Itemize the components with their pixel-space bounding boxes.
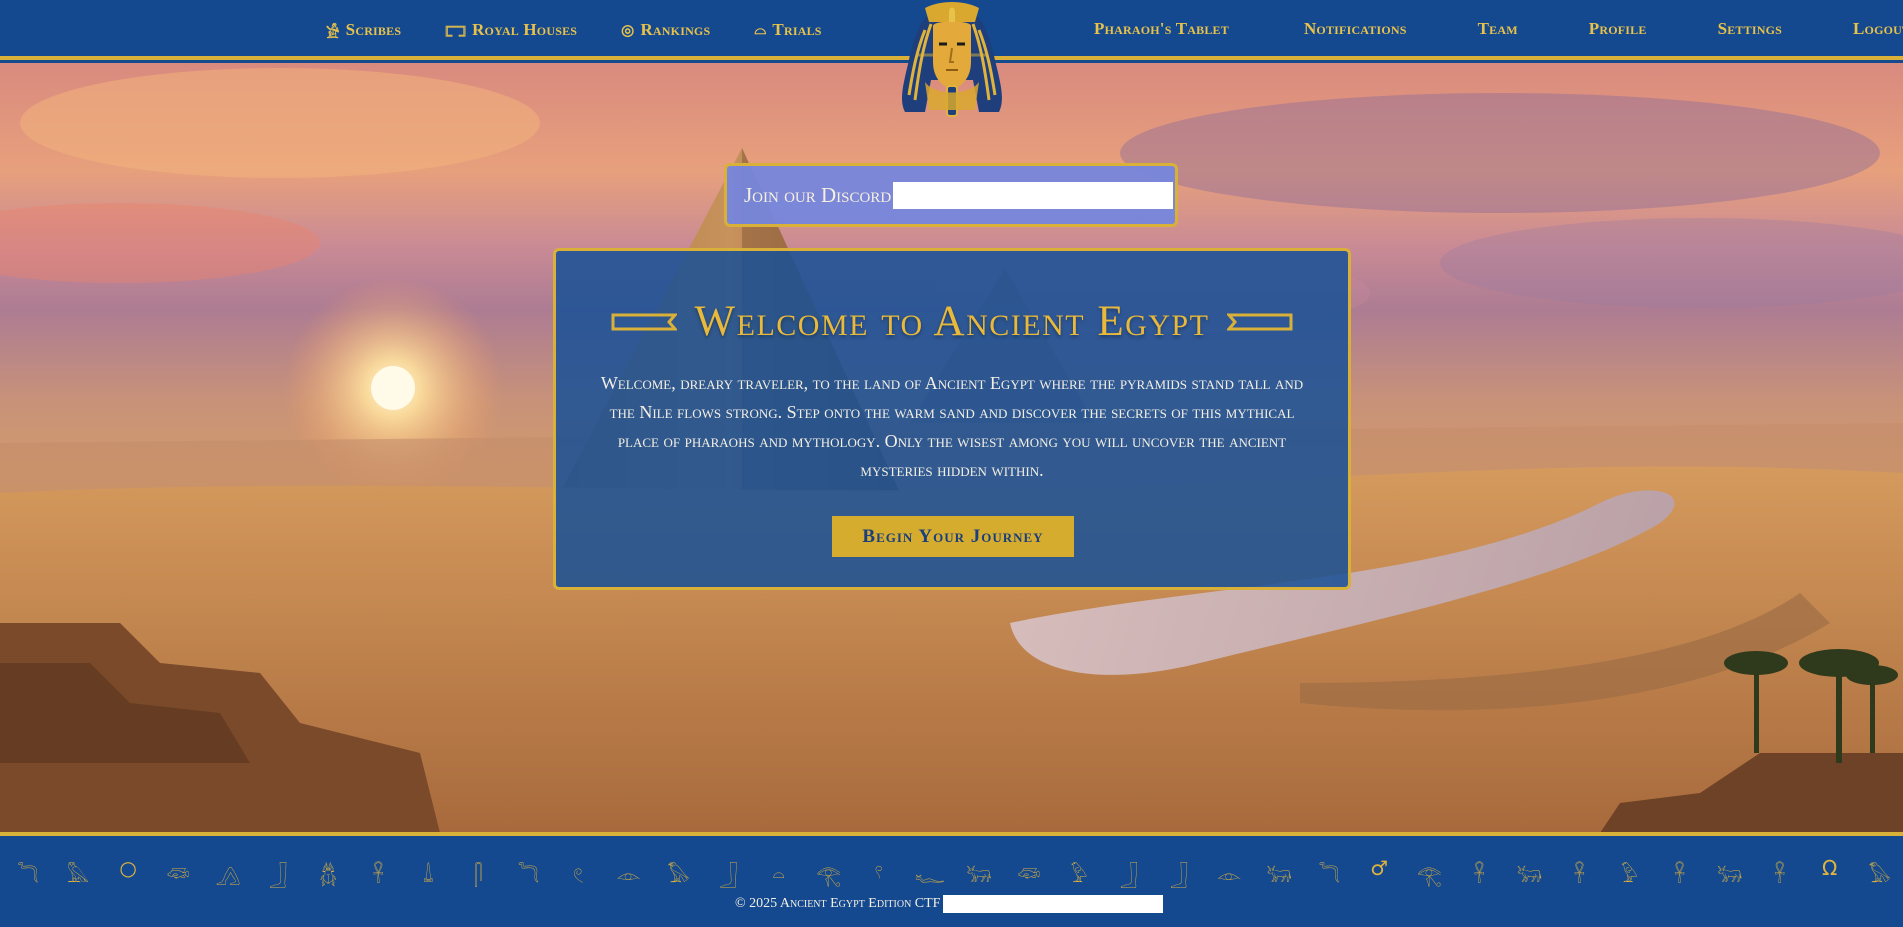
nav-notifications-link[interactable]: Notifications: [1304, 19, 1407, 39]
hieroglyph-icon: ♂: [1370, 856, 1389, 880]
left-title-ornament: [611, 313, 677, 330]
hieroglyph-icon: 𓃀: [1120, 863, 1138, 887]
nav-trials-label: Trials: [772, 20, 822, 39]
hieroglyph-icon: 𓋹: [1473, 863, 1485, 887]
hieroglyph-icon: Ω: [1822, 856, 1838, 880]
hieroglyph-icon: 𓋴: [474, 863, 483, 887]
hieroglyph-icon: 𓏲: [573, 863, 584, 887]
nav-rankings-label: Rankings: [640, 20, 711, 39]
hieroglyph-icon: 𓂀: [1416, 863, 1442, 887]
copyright-row: © 2025 Ancient Egypt Edition CTF: [735, 895, 1164, 913]
hieroglyph-icon: 𓃒: [1516, 863, 1543, 887]
hieroglyph-icon: 𓅓: [66, 863, 90, 887]
nav-pharaohs-tablet-link[interactable]: Pharaoh's Tablet: [1094, 19, 1229, 39]
nav-logout-label: Logout: [1853, 19, 1903, 38]
hieroglyph-icon: 𓁹: [1216, 863, 1242, 887]
hieroglyph-icon: 𓆑: [914, 863, 945, 887]
hieroglyph-icon: 𓋹: [1774, 863, 1786, 887]
nav-profile-link[interactable]: Profile: [1589, 19, 1647, 39]
hieroglyph-icon: 𓆣: [319, 863, 338, 887]
obelisk-icon: 𓉐: [445, 25, 467, 42]
hieroglyph-icon: ○: [119, 856, 137, 880]
discord-link-redacted[interactable]: [893, 181, 1174, 209]
discord-label: Join our Discord: [744, 182, 892, 207]
begin-journey-button[interactable]: Begin Your Journey: [832, 516, 1074, 557]
welcome-panel: Welcome to Ancient Egypt Welcome, dreary…: [553, 248, 1351, 590]
nav-scribes-link[interactable]: 𓀀 Scribes: [326, 18, 401, 43]
scribe-icon: 𓀀: [326, 25, 340, 42]
hieroglyph-icon: 𓋹: [372, 863, 384, 887]
bowl-icon: ⌓: [754, 22, 767, 38]
nav-right-group: Pharaoh's Tablet Notifications Team Prof…: [1094, 0, 1903, 58]
hieroglyph-icon: 𓆛: [166, 863, 190, 887]
hieroglyph-icon: 𓂻: [215, 863, 241, 887]
hieroglyph-icon: 𓃒: [1716, 863, 1743, 887]
hieroglyph-icon: 𓅱: [1070, 863, 1088, 887]
hieroglyph-icon: 𓏏: [772, 863, 786, 887]
hieroglyph-icon: 𓃒: [966, 863, 992, 887]
nav-profile-label: Profile: [1588, 19, 1647, 38]
hieroglyph-icon: 𓍢: [874, 863, 883, 887]
hieroglyph-icon: 𓅱: [1620, 863, 1639, 887]
welcome-text: Welcome, dreary traveler, to the land of…: [600, 373, 1304, 480]
welcome-title-row: Welcome to Ancient Egypt: [556, 297, 1348, 346]
nav-settings-label: Settings: [1717, 19, 1782, 38]
nav-left-group: 𓀀 Scribes 𓉐 Royal Houses ◎ Rankings ⌓ Tr…: [326, 0, 822, 60]
hieroglyph-icon: 𓋹: [1673, 863, 1686, 887]
copyright-redacted-field: [943, 895, 1164, 913]
hieroglyph-strip: 𓆓 𓅓 ○ 𓆛 𓂻 𓃀 𓆣 𓋹 𓍑 𓋴 𓆓 𓏲 𓁹 𓅃 𓃀 𓏏 𓂀 𓍢 𓆑 𓃒 𓆛 𓅱 𓃀 𓃀 𓁹 𓃒 𓆓 ♂ 𓂀 𓋹 𓃒 𓋹 𓅱 𓋹 𓃒 𓋹 Ω 𓅃: [14, 856, 1894, 889]
pharaoh-mask-logo[interactable]: [895, 0, 1009, 122]
hieroglyph-icon: 𓅃: [1868, 863, 1891, 887]
nav-team-link[interactable]: Team: [1478, 19, 1518, 39]
right-title-ornament: [1227, 313, 1293, 330]
discord-invite-bar: Join our Discord: [724, 163, 1178, 227]
hieroglyph-icon: 𓍑: [423, 863, 434, 887]
hieroglyph-icon: 𓃒: [1266, 863, 1292, 887]
nav-settings-link[interactable]: Settings: [1718, 19, 1782, 39]
nav-notifications-label: Notifications: [1303, 19, 1407, 38]
nav-rankings-link[interactable]: ◎ Rankings: [621, 20, 710, 40]
hieroglyph-icon: 𓆛: [1017, 863, 1041, 887]
hieroglyph-icon: 𓆓: [17, 863, 39, 887]
nav-royal-houses-link[interactable]: 𓉐 Royal Houses: [445, 18, 577, 43]
nav-pharaohs-tablet-label: Pharaoh's Tablet: [1094, 19, 1229, 38]
copyright-text: © 2025 Ancient Egypt Edition CTF: [735, 896, 941, 911]
nav-trials-link[interactable]: ⌓ Trials: [754, 20, 821, 40]
nav-team-label: Team: [1477, 19, 1518, 38]
nav-logout-link[interactable]: Logout: [1853, 19, 1903, 39]
hieroglyph-icon: 𓂀: [816, 863, 842, 887]
hieroglyph-icon: 𓃀: [719, 863, 738, 887]
nav-scribes-label: Scribes: [345, 20, 402, 39]
hieroglyph-icon: 𓃀: [269, 863, 288, 887]
hieroglyph-icon: 𓃀: [1170, 863, 1189, 887]
hieroglyph-icon: 𓅃: [667, 863, 690, 887]
footer: 𓆓 𓅓 ○ 𓆛 𓂻 𓃀 𓆣 𓋹 𓍑 𓋴 𓆓 𓏲 𓁹 𓅃 𓃀 𓏏 𓂀 𓍢 𓆑 𓃒 𓆛 𓅱 𓃀 𓃀 𓁹 𓃒 𓆓 ♂ 𓂀 𓋹 𓃒 𓋹 𓅱 𓋹 𓃒 𓋹 Ω 𓅃 ©…: [0, 832, 1903, 927]
hieroglyph-icon: 𓆓: [1318, 863, 1340, 887]
hieroglyph-icon: 𓋹: [1573, 863, 1586, 887]
hieroglyph-icon: 𓁹: [616, 863, 641, 887]
welcome-title: Welcome to Ancient Egypt: [694, 298, 1210, 345]
hieroglyph-icon: 𓆓: [517, 863, 540, 887]
nav-royal-houses-label: Royal Houses: [472, 20, 578, 39]
sun-disk-icon: ◎: [621, 22, 635, 39]
